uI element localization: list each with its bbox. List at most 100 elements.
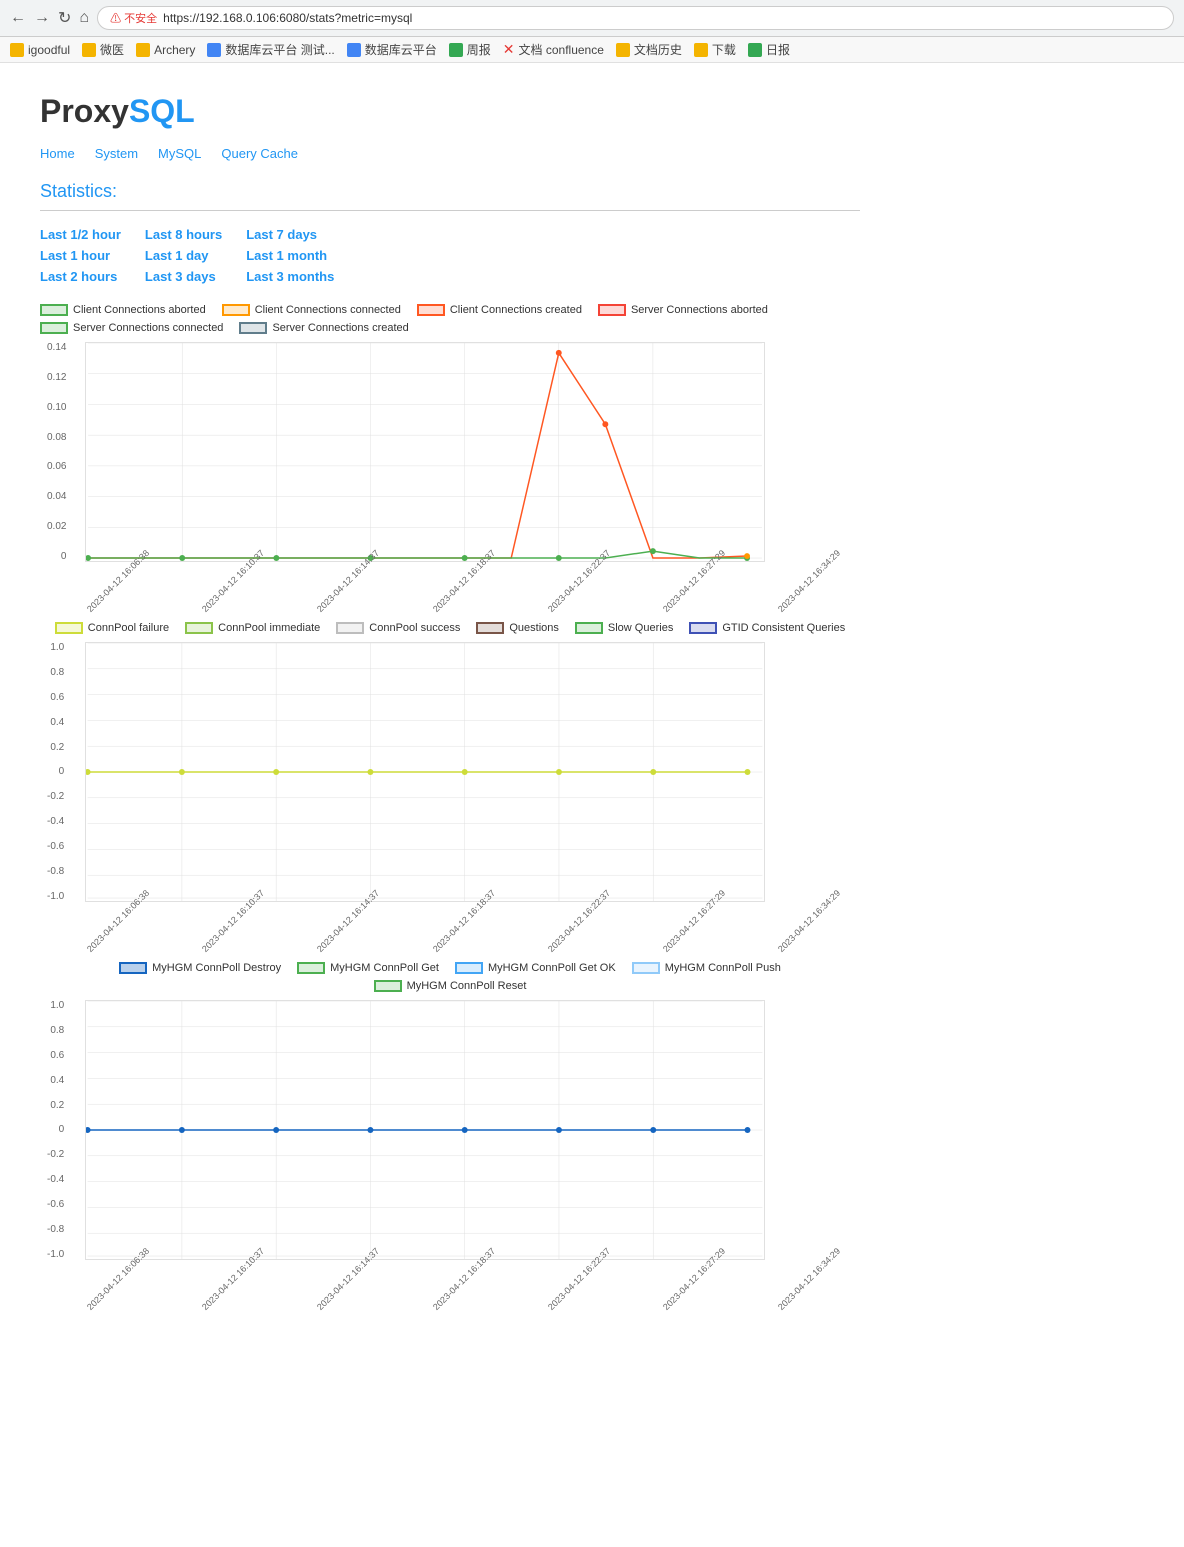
bookmark-icon (616, 43, 630, 57)
url-bar[interactable]: ⚠ 不安全 https://192.168.0.106:6080/stats?m… (97, 6, 1174, 30)
bookmark-db2[interactable]: 数据库云平台 (347, 41, 437, 58)
legend-questions: Questions (476, 622, 559, 634)
bookmarks-bar: igoodful 微医 Archery 数据库云平台 测试... 数据库云平台 … (0, 37, 1184, 63)
legend-box (689, 622, 717, 634)
time-link-3months[interactable]: Last 3 months (246, 269, 334, 284)
section-title: Statistics: (40, 181, 860, 202)
legend-box (455, 962, 483, 974)
nav-query-cache[interactable]: Query Cache (221, 146, 298, 161)
legend-myhgm-destroy: MyHGM ConnPoll Destroy (119, 962, 281, 974)
bookmark-confluence[interactable]: ✕ 文档 confluence (503, 41, 604, 58)
time-link-8hours[interactable]: Last 8 hours (145, 227, 222, 242)
chart2-legend: ConnPool failure ConnPool immediate Conn… (40, 622, 860, 634)
chart1 (85, 342, 765, 562)
legend-box (417, 304, 445, 316)
chart1-svg (86, 343, 764, 561)
legend-myhgm-get: MyHGM ConnPoll Get (297, 962, 439, 974)
bookmark-icon (136, 43, 150, 57)
bookmark-igoodful[interactable]: igoodful (10, 43, 70, 57)
bookmark-icon (449, 43, 463, 57)
time-link-7days[interactable]: Last 7 days (246, 227, 334, 242)
chart-section-connpool: ConnPool failure ConnPool immediate Conn… (40, 622, 860, 902)
chart3-wrapper: 1.00.80.60.40.20-0.2-0.4-0.6-0.8-1.0 (85, 1000, 860, 1260)
chart3-legend: MyHGM ConnPoll Destroy MyHGM ConnPoll Ge… (40, 962, 860, 992)
nav-system[interactable]: System (95, 146, 138, 161)
legend-box (374, 980, 402, 992)
legend-box (239, 322, 267, 334)
main-nav: Home System MySQL Query Cache (40, 146, 860, 161)
confluence-icon: ✕ (503, 41, 515, 58)
page-content: ProxySQL Home System MySQL Query Cache S… (0, 63, 900, 1340)
time-link-1day[interactable]: Last 1 day (145, 248, 222, 263)
section-divider (40, 210, 860, 211)
browser-bar: ← → ↻ ⌂ ⚠ 不安全 https://192.168.0.106:6080… (0, 0, 1184, 37)
bookmark-icon (207, 43, 221, 57)
nav-home[interactable]: Home (40, 146, 75, 161)
home-button[interactable]: ⌂ (79, 9, 89, 27)
time-link-3days[interactable]: Last 3 days (145, 269, 222, 284)
chart1-legend: Client Connections aborted Client Connec… (40, 304, 860, 334)
forward-button[interactable]: → (34, 9, 50, 27)
chart3-svg (86, 1001, 764, 1259)
legend-server-aborted: Server Connections aborted (598, 304, 768, 316)
bookmark-weiyi[interactable]: 微医 (82, 41, 124, 58)
back-button[interactable]: ← (10, 9, 26, 27)
chart2-svg (86, 643, 764, 901)
reload-button[interactable]: ↻ (58, 8, 71, 28)
legend-client-connected: Client Connections connected (222, 304, 401, 316)
legend-box (119, 962, 147, 974)
bookmark-daily[interactable]: 日报 (748, 41, 790, 58)
security-warning: ⚠ 不安全 (110, 10, 157, 26)
logo-proxy: Proxy (40, 93, 129, 129)
legend-slow-queries: Slow Queries (575, 622, 673, 634)
nav-mysql[interactable]: MySQL (158, 146, 201, 161)
chart2 (85, 642, 765, 902)
logo: ProxySQL (40, 93, 860, 130)
bookmark-icon (82, 43, 96, 57)
url-text: https://192.168.0.106:6080/stats?metric=… (163, 11, 412, 25)
time-link-half-hour[interactable]: Last 1/2 hour (40, 227, 121, 242)
legend-box (55, 622, 83, 634)
chart-section-connections: Client Connections aborted Client Connec… (40, 304, 860, 562)
legend-myhgm-get-ok: MyHGM ConnPoll Get OK (455, 962, 616, 974)
legend-box (336, 622, 364, 634)
chart1-wrapper: 0.140.120.100.080.060.040.020 (85, 342, 860, 562)
legend-box (632, 962, 660, 974)
legend-box (297, 962, 325, 974)
bookmark-db1[interactable]: 数据库云平台 测试... (207, 41, 334, 58)
bookmark-icon (347, 43, 361, 57)
bookmark-icon (748, 43, 762, 57)
chart-section-myhgm: MyHGM ConnPoll Destroy MyHGM ConnPoll Ge… (40, 962, 860, 1260)
legend-server-connected: Server Connections connected (40, 322, 223, 334)
chart3 (85, 1000, 765, 1260)
chart1-x-axis: 2023-04-12 16:06:38 2023-04-12 16:10:37 … (85, 607, 860, 617)
chart2-wrapper: 1.00.80.60.40.20-0.2-0.4-0.6-0.8-1.0 (85, 642, 860, 902)
chart1-y-axis: 0.140.120.100.080.060.040.020 (47, 342, 66, 562)
bookmark-icon (10, 43, 24, 57)
legend-box (185, 622, 213, 634)
legend-connpool-immediate: ConnPool immediate (185, 622, 320, 634)
legend-gtid: GTID Consistent Queries (689, 622, 845, 634)
chart2-y-axis: 1.00.80.60.40.20-0.2-0.4-0.6-0.8-1.0 (47, 642, 64, 902)
legend-box (40, 322, 68, 334)
legend-client-aborted: Client Connections aborted (40, 304, 206, 316)
chart3-y-axis: 1.00.80.60.40.20-0.2-0.4-0.6-0.8-1.0 (47, 1000, 64, 1260)
time-link-1hour[interactable]: Last 1 hour (40, 248, 121, 263)
time-links: Last 1/2 hour Last 8 hours Last 7 days L… (40, 227, 334, 284)
bookmark-icon (694, 43, 708, 57)
logo-sql: SQL (129, 93, 195, 129)
legend-box (476, 622, 504, 634)
bookmark-doc-history[interactable]: 文档历史 (616, 41, 682, 58)
time-link-2hours[interactable]: Last 2 hours (40, 269, 121, 284)
legend-server-created: Server Connections created (239, 322, 408, 334)
chart3-x-axis: 2023-04-12 16:06:38 2023-04-12 16:10:37 … (85, 1305, 860, 1315)
legend-myhgm-reset: MyHGM ConnPoll Reset (374, 980, 527, 992)
bookmark-archery[interactable]: Archery (136, 43, 195, 57)
legend-connpool-failure: ConnPool failure (55, 622, 169, 634)
bookmark-weekly[interactable]: 周报 (449, 41, 491, 58)
legend-myhgm-push: MyHGM ConnPoll Push (632, 962, 781, 974)
time-link-1month[interactable]: Last 1 month (246, 248, 334, 263)
legend-client-created: Client Connections created (417, 304, 582, 316)
bookmark-download[interactable]: 下载 (694, 41, 736, 58)
legend-box (40, 304, 68, 316)
